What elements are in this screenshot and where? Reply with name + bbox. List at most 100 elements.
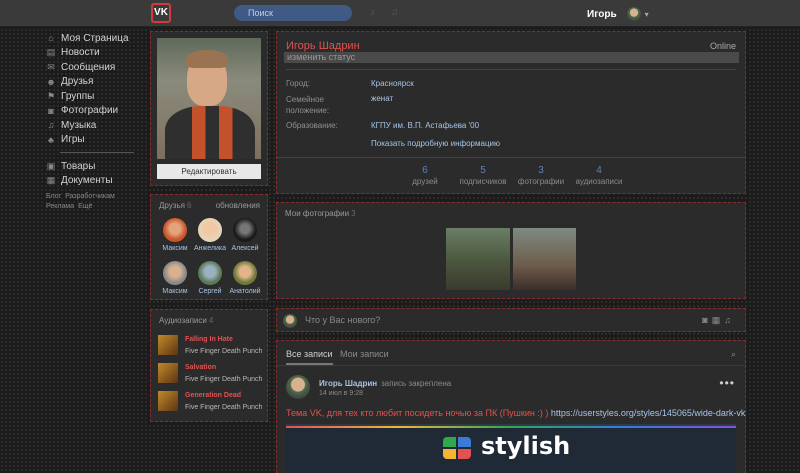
more-options-icon[interactable]: •••: [719, 376, 735, 390]
new-post-panel: Что у Вас нового? ◙▦♫: [275, 307, 747, 333]
sidebar-item-home[interactable]: ⌂ Моя Страница: [46, 31, 136, 46]
bell-icon[interactable]: ♪: [370, 7, 382, 19]
info-value-education[interactable]: КГПУ им. В.П. Астафьева '00: [371, 121, 479, 130]
profile-name: Игорь Шадрин: [286, 40, 360, 52]
sidebar-item-label: Товары: [61, 160, 96, 172]
audio-track[interactable]: Falling In Hate Five Finger Death Punch: [158, 335, 264, 359]
news-icon: ▤: [46, 47, 56, 58]
stylish-logo-icon: [443, 437, 473, 459]
avatar-panel: Редактировать: [149, 30, 269, 187]
vk-logo[interactable]: VK: [151, 3, 171, 23]
sidebar-item-groups[interactable]: ⚑ Группы: [46, 89, 136, 104]
sidebar-item-news[interactable]: ▤ Новости: [46, 46, 136, 61]
sidebar-item-documents[interactable]: ▦ Документы: [46, 174, 136, 189]
photos-panel: Мои фотографии 3: [275, 201, 747, 300]
photo-thumbnail[interactable]: [446, 228, 510, 290]
photos-title[interactable]: Мои фотографии 3: [285, 209, 356, 218]
photos-icon: ◙: [48, 105, 54, 116]
status-input[interactable]: изменить статус: [284, 52, 739, 63]
audio-track[interactable]: Salvation Five Finger Death Punch: [158, 363, 264, 387]
search-input[interactable]: [234, 5, 352, 21]
footer-links: Блог Разработчикам Реклама Ещё: [46, 192, 136, 212]
sidebar-item-label: Документы: [61, 175, 113, 187]
sidebar-item-label: Фотографии: [61, 105, 119, 117]
avatar: [626, 7, 641, 21]
camera-icon[interactable]: ◙: [702, 315, 711, 325]
sidebar-item-games[interactable]: ♣ Игры: [46, 133, 136, 148]
counter-audio[interactable]: 4 аудиозаписи: [570, 165, 628, 186]
friends-title[interactable]: Друзья 6: [159, 201, 191, 210]
music-icon: ♫: [47, 120, 55, 131]
show-more-link[interactable]: Показать подробную информацию: [371, 139, 500, 148]
wall-tabs: Все записи Мои записи ⌕: [277, 341, 745, 366]
album-cover: [158, 335, 178, 355]
sidebar-item-friends[interactable]: ☻ Друзья: [46, 75, 136, 90]
home-icon: ⌂: [48, 33, 54, 44]
post-author: Игорь Шадрин запись закреплена: [319, 379, 451, 388]
tab-all-posts[interactable]: Все записи: [286, 349, 333, 365]
sidebar-item-music[interactable]: ♫ Музыка: [46, 118, 136, 133]
sidebar-item-photos[interactable]: ◙ Фотографии: [46, 104, 136, 119]
edit-profile-button[interactable]: Редактировать: [157, 164, 261, 179]
info-label-education: Образование:: [286, 121, 338, 130]
top-bar: VK ♪ ♫ Игорь ▾: [0, 0, 800, 27]
user-name: Игорь: [587, 8, 617, 20]
post-link[interactable]: https://userstyles.org/styles/145065/wid…: [551, 408, 746, 418]
post-date[interactable]: 14 июл в 9:28: [319, 390, 363, 397]
profile-info-panel: Игорь Шадрин Online изменить статус Горо…: [275, 30, 747, 195]
audio-panel: Аудиозаписи 4 Falling In Hate Five Finger…: [149, 308, 269, 423]
friends-panel: Друзья 6 обновления Максим Анжелика Алекс…: [149, 193, 269, 301]
footer-link-more[interactable]: Ещё: [78, 203, 92, 210]
search-icon[interactable]: ⌕: [731, 349, 736, 360]
user-menu[interactable]: Игорь ▾: [587, 5, 649, 23]
wall-panel: Все записи Мои записи ⌕ Игорь Шадрин запи…: [275, 339, 747, 473]
counter-followers[interactable]: 5 подписчиков: [454, 165, 512, 186]
sidebar-item-messages[interactable]: ✉ Сообщения: [46, 60, 136, 75]
footer-link-dev[interactable]: Разработчикам: [65, 193, 115, 200]
friend-item[interactable]: Сергей: [191, 261, 229, 295]
documents-icon: ▦: [46, 175, 56, 186]
attach-icons: ◙▦♫: [702, 315, 735, 326]
album-cover: [158, 363, 178, 383]
tab-my-posts[interactable]: Мои записи: [340, 349, 389, 359]
avatar: [283, 314, 297, 328]
friend-item[interactable]: Алексей: [226, 218, 264, 252]
games-icon: ♣: [48, 134, 54, 145]
audio-track[interactable]: Generation Dead Five Finger Death Punch: [158, 391, 264, 415]
divider: [277, 157, 745, 158]
sidebar-item-label: Игры: [61, 134, 85, 146]
sidebar-item-label: Друзья: [61, 76, 94, 88]
counter-photos[interactable]: 3 фотографии: [512, 165, 570, 186]
info-value-city[interactable]: Красноярск: [371, 79, 414, 88]
profile-photo[interactable]: [157, 38, 261, 159]
info-value-family[interactable]: женат: [371, 94, 393, 103]
friend-item[interactable]: Максим: [156, 261, 194, 295]
post-author-name[interactable]: Игорь Шадрин: [319, 379, 377, 388]
post-pinned-label: запись закреплена: [381, 379, 452, 388]
online-status: Online: [709, 41, 736, 51]
groups-icon: ⚑: [46, 90, 56, 101]
new-post-input[interactable]: Что у Вас нового?: [305, 315, 380, 325]
footer-link-blog[interactable]: Блог: [46, 193, 61, 200]
friends-updates-link[interactable]: обновления: [216, 201, 260, 210]
music-icon[interactable]: ♫: [391, 7, 403, 19]
grid-icon[interactable]: ▦: [712, 315, 725, 325]
left-nav: ⌂ Моя Страница ▤ Новости ✉ Сообщения ☻ Друзья ⚑ Г…: [46, 31, 136, 212]
link-preview-card[interactable]: stylish: [286, 424, 736, 473]
sidebar-item-label: Музыка: [61, 119, 97, 131]
sidebar-item-label: Сообщения: [61, 61, 116, 73]
sidebar-item-label: Новости: [61, 47, 100, 59]
music-icon[interactable]: ♫: [724, 315, 735, 325]
avatar[interactable]: [286, 375, 310, 399]
sidebar-item-label: Группы: [61, 90, 95, 102]
post-text: Тема VK, для тех кто любит посидеть ночь…: [286, 408, 746, 418]
friend-item[interactable]: Анжелика: [191, 218, 229, 252]
photo-thumbnail[interactable]: [513, 228, 576, 290]
footer-link-ads[interactable]: Реклама: [46, 203, 74, 210]
counter-friends[interactable]: 6 друзей: [396, 165, 454, 186]
friend-item[interactable]: Максим: [156, 218, 194, 252]
audio-title[interactable]: Аудиозаписи 4: [159, 316, 213, 325]
friend-item[interactable]: Анатолий: [226, 261, 264, 295]
album-cover: [158, 391, 178, 411]
sidebar-item-goods[interactable]: ▣ Товары: [46, 159, 136, 174]
